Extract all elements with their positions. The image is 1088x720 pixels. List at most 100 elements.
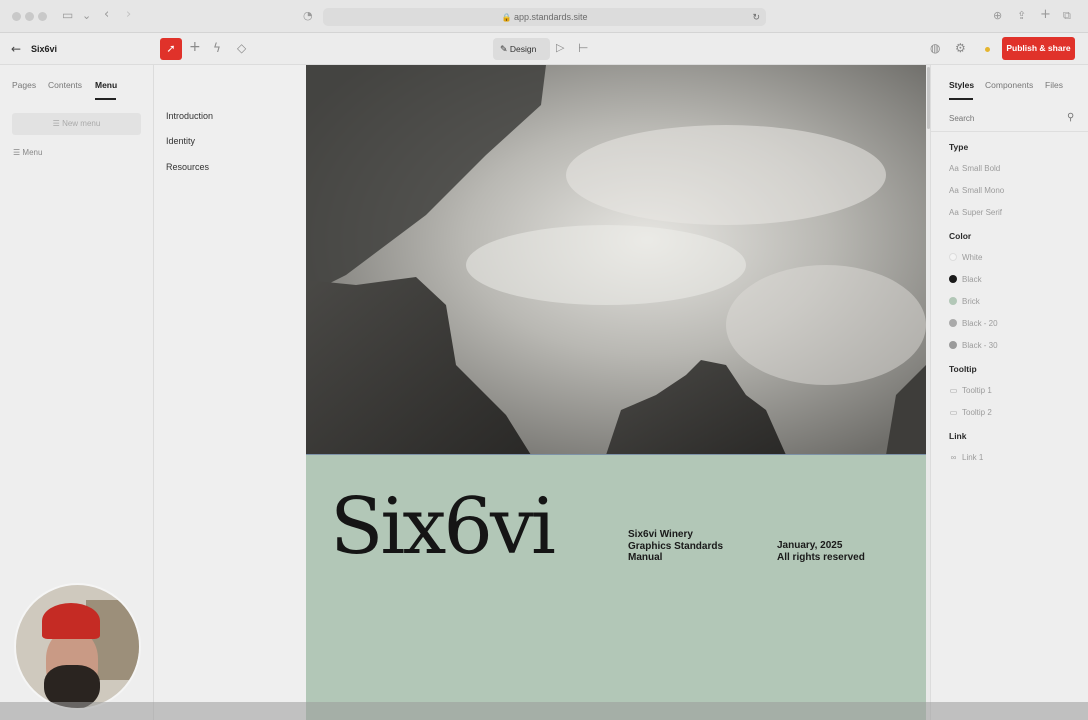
manual-title: Six6vi Winery Graphics Standards Manual xyxy=(628,529,723,564)
webcam-overlay xyxy=(14,583,141,710)
color-swatch xyxy=(949,341,957,349)
style-item-label: Small Mono xyxy=(962,186,1005,195)
play-icon[interactable]: ▷ xyxy=(556,41,564,54)
color-swatch xyxy=(949,253,957,261)
color-item-black-20[interactable]: Black - 20 xyxy=(949,319,998,328)
type-icon: Aa xyxy=(949,208,959,217)
color-item-white[interactable]: White xyxy=(949,253,982,262)
color-item-label: Black - 30 xyxy=(962,341,998,350)
link-icon: ∞ xyxy=(950,453,957,462)
window-minimize-button[interactable] xyxy=(25,12,34,21)
color-item-label: Brick xyxy=(962,297,980,306)
manual-date: January, 2025 All rights reserved xyxy=(777,540,865,563)
page-canvas[interactable]: Six6vi Six6vi Winery Graphics Standards … xyxy=(306,65,926,720)
lightning-icon[interactable]: ϟ xyxy=(213,41,221,55)
gear-icon[interactable]: ⚙ xyxy=(955,41,966,55)
date-line: January, 2025 xyxy=(777,540,843,551)
resize-icon[interactable]: ⊢ xyxy=(578,41,588,55)
privacy-icon[interactable]: ◔ xyxy=(303,9,313,22)
style-item-small-mono[interactable]: Aa Small Mono xyxy=(949,186,1004,195)
window-close-button[interactable] xyxy=(12,12,21,21)
menu-item-label: Menu xyxy=(22,148,43,157)
menu-list-item[interactable]: ☰ Menu xyxy=(13,148,42,157)
site-menu-preview: Introduction Identity Resources xyxy=(154,65,306,720)
url-text: app.standards.site xyxy=(513,12,588,22)
select-tool-button[interactable]: ➚ xyxy=(160,38,182,60)
component-icon[interactable]: ◇ xyxy=(237,41,246,55)
browser-chrome: ▭ ⌄ ‹ › ◔ 🔒 app.standards.site ↻ ⊕ ⇪ + ⧉ xyxy=(0,0,1088,33)
tooltip-item-1[interactable]: ▭ Tooltip 1 xyxy=(949,386,992,395)
lock-icon: 🔒 xyxy=(501,13,512,22)
manual-title-line: Manual xyxy=(628,552,663,563)
globe-icon[interactable]: ◍ xyxy=(930,41,940,55)
bottom-overlay-bar xyxy=(0,702,1088,720)
right-panel: Styles Components Files ⚲ Type AaSmall B… xyxy=(930,65,1088,720)
chevron-down-icon[interactable]: ⌄ xyxy=(82,9,91,22)
manual-title-line: Six6vi Winery xyxy=(628,529,693,540)
nav-item-introduction[interactable]: Introduction xyxy=(166,111,213,121)
red-beanie xyxy=(42,603,100,639)
pencil-icon: ✎ xyxy=(500,45,508,55)
share-icon[interactable]: ⇪ xyxy=(1017,9,1026,22)
tab-styles[interactable]: Styles xyxy=(949,80,974,90)
tab-pages[interactable]: Pages xyxy=(12,80,36,90)
style-item-super-serif[interactable]: Aa Super Serif xyxy=(949,208,1002,217)
color-item-label: Black xyxy=(962,275,982,284)
color-item-black-30[interactable]: Black - 30 xyxy=(949,341,998,350)
cursor-icon: ➚ xyxy=(166,42,176,55)
search-icon[interactable]: ⚲ xyxy=(1067,112,1074,123)
style-item-label: Small Bold xyxy=(962,164,1001,173)
divider xyxy=(931,131,1088,132)
color-item-black[interactable]: Black xyxy=(949,275,982,284)
new-tab-icon[interactable]: + xyxy=(1040,7,1051,22)
section-color-title: Color xyxy=(949,231,972,241)
nav-item-identity[interactable]: Identity xyxy=(166,136,195,146)
new-menu-label: New menu xyxy=(62,119,101,128)
tab-files[interactable]: Files xyxy=(1045,80,1063,90)
image-selection-edge xyxy=(306,454,926,455)
back-arrow-icon[interactable]: ← xyxy=(11,42,21,56)
hero-image[interactable] xyxy=(306,65,926,455)
download-icon[interactable]: ⊕ xyxy=(993,9,1002,22)
color-swatch xyxy=(949,297,957,305)
design-mode-button[interactable]: ✎ Design xyxy=(493,38,550,60)
date-line: All rights reserved xyxy=(777,551,865,563)
styles-search-input[interactable] xyxy=(943,109,1079,127)
status-dot xyxy=(985,47,990,52)
section-type-title: Type xyxy=(949,142,969,152)
color-swatch xyxy=(949,319,957,327)
tooltip-item-2[interactable]: ▭ Tooltip 2 xyxy=(949,408,992,417)
tab-components[interactable]: Components xyxy=(985,80,1033,90)
nav-item-resources[interactable]: Resources xyxy=(166,162,209,172)
tab-contents[interactable]: Contents xyxy=(48,80,82,90)
reload-icon[interactable]: ↻ xyxy=(752,8,760,26)
tooltip-icon: ▭ xyxy=(949,408,958,417)
color-item-label: Black - 20 xyxy=(962,319,998,328)
tab-menu[interactable]: Menu xyxy=(95,80,117,90)
app-toolbar: ← Six6vi ➚ + ϟ ◇ ✎ Design ▷ ⊢ ◍ ⚙ Publis… xyxy=(0,33,1088,65)
project-name[interactable]: Six6vi xyxy=(31,44,57,54)
link-item-1[interactable]: ∞ Link 1 xyxy=(949,453,984,462)
sidebar-toggle-icon[interactable]: ▭ xyxy=(62,8,73,22)
link-item-label: Link 1 xyxy=(962,453,984,462)
section-tooltip-title: Tooltip xyxy=(949,364,977,374)
brand-logo: Six6vi xyxy=(330,482,556,572)
menu-lines-icon: ☰ xyxy=(13,148,21,157)
type-icon: Aa xyxy=(949,164,959,173)
tooltip-item-label: Tooltip 1 xyxy=(962,386,992,395)
tabs-overview-icon[interactable]: ⧉ xyxy=(1063,9,1071,23)
manual-title-line: Graphics Standards xyxy=(628,540,724,552)
color-swatch xyxy=(949,275,957,283)
active-tab-underline xyxy=(95,98,116,100)
style-item-small-bold[interactable]: Aa Small Bold xyxy=(949,164,1000,173)
back-icon[interactable]: ‹ xyxy=(104,7,109,22)
color-item-brick[interactable]: Brick xyxy=(949,297,980,306)
forward-icon[interactable]: › xyxy=(126,7,131,22)
window-zoom-button[interactable] xyxy=(38,12,47,21)
publish-share-button[interactable]: Publish & share xyxy=(1002,37,1075,60)
add-icon[interactable]: + xyxy=(189,39,201,55)
url-bar[interactable]: 🔒 app.standards.site ↻ xyxy=(323,8,766,26)
tooltip-icon: ▭ xyxy=(949,386,958,395)
style-item-label: Super Serif xyxy=(962,208,1003,217)
new-menu-button[interactable]: ☰ New menu xyxy=(12,113,141,135)
